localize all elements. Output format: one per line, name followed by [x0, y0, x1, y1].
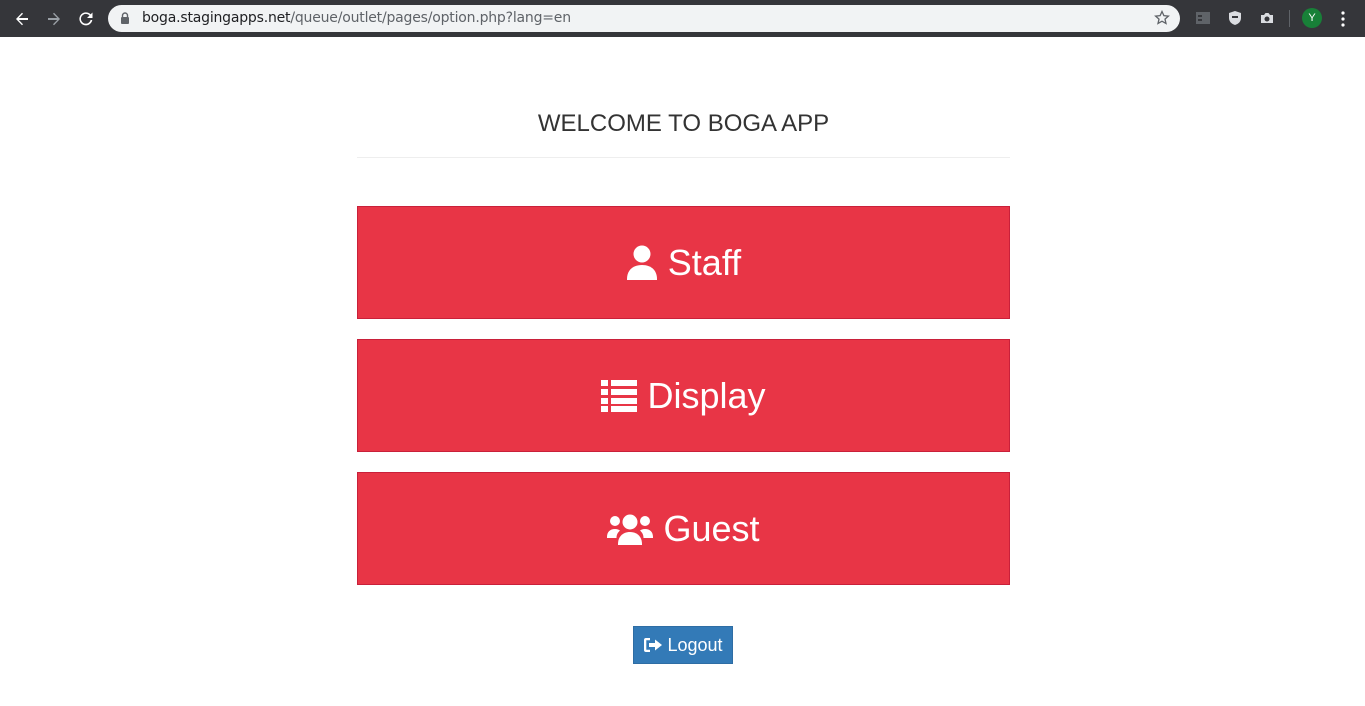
forward-button[interactable] [41, 6, 67, 32]
display-label: Display [647, 374, 766, 416]
reload-button[interactable] [73, 6, 99, 32]
list-icon [601, 379, 638, 412]
title-divider [357, 157, 1010, 158]
guest-label: Guest [663, 507, 760, 549]
back-button[interactable] [9, 6, 35, 32]
lock-icon [121, 12, 129, 24]
sign-out-icon [644, 638, 663, 652]
profile-avatar[interactable]: Y [1302, 8, 1322, 28]
guest-button[interactable]: Guest [357, 472, 1010, 585]
browser-toolbar: boga.stagingapps.net/queue/outlet/pages/… [0, 0, 1365, 37]
url-host: boga.stagingapps.net [142, 10, 291, 26]
extension-grid-icon [1196, 12, 1210, 24]
shield-icon [1229, 11, 1241, 25]
staff-label: Staff [667, 241, 742, 283]
display-button[interactable]: Display [357, 339, 1010, 452]
users-icon [607, 514, 654, 545]
user-icon [626, 245, 657, 280]
page-title: WELCOME TO BOGA APP [537, 110, 830, 137]
camera-extension[interactable] [1258, 9, 1276, 27]
url-text: boga.stagingapps.net/queue/outlet/pages/… [142, 10, 571, 26]
address-bar[interactable]: boga.stagingapps.net/queue/outlet/pages/… [108, 5, 1180, 32]
bookmark-star-icon[interactable] [1154, 10, 1170, 26]
arrow-right-icon [48, 12, 60, 26]
shield-extension[interactable] [1226, 9, 1244, 27]
camera-icon [1261, 13, 1273, 23]
extension-icon[interactable] [1194, 9, 1212, 27]
toolbar-divider [1289, 10, 1290, 27]
logout-button[interactable]: Logout [633, 626, 733, 664]
staff-button[interactable]: Staff [357, 206, 1010, 319]
logout-label: Logout [667, 634, 723, 655]
more-vert-icon[interactable] [1336, 9, 1350, 29]
reload-icon [79, 12, 93, 26]
url-path: /queue/outlet/pages/option.php?lang=en [290, 10, 571, 26]
arrow-left-icon [16, 12, 28, 26]
